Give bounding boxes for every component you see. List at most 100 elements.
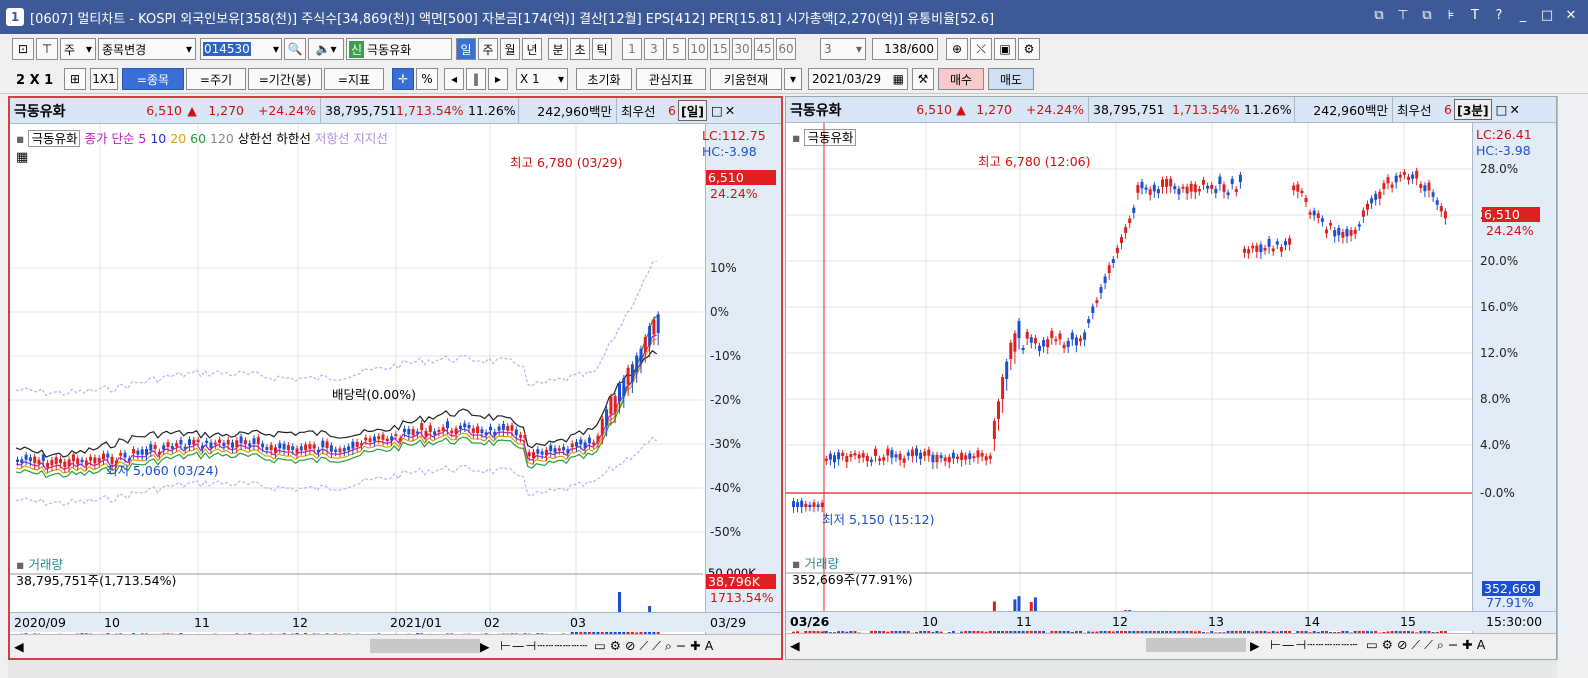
chart-tools-icon[interactable]: ▭ ⚙ ⊘ ⟋ ⟋ ⌕ − ✚ A (594, 638, 713, 654)
right-chart-panel[interactable]: 극동유화 6,510 ▲ 1,270 +24.24% 38,795,751 1,… (785, 96, 1557, 660)
date-end: 03/29 (710, 615, 747, 630)
candle (480, 429, 484, 434)
tab-second[interactable]: 초 (570, 38, 590, 60)
maximize-panel-icon[interactable]: □ (1496, 102, 1508, 117)
tab-year[interactable]: 년 (522, 38, 542, 60)
next-icon[interactable]: ▸ (488, 68, 508, 90)
candle (93, 457, 97, 464)
candle (639, 348, 643, 364)
page-field[interactable]: 138/600 (872, 38, 938, 60)
left-chart-panel[interactable]: 극동유화 6,510 ▲ 1,270 +24.24% 38,795,751 1,… (8, 96, 783, 660)
crosshair-icon[interactable]: ✛ (392, 68, 414, 90)
sync-range-button[interactable]: =기간(봉) (248, 68, 322, 90)
sync-period-button[interactable]: =주기 (186, 68, 246, 90)
count-select[interactable]: 3 ▾ (820, 38, 866, 60)
candle (1435, 200, 1439, 205)
price: 6,510 (916, 102, 952, 117)
buy-button[interactable]: 매수 (938, 68, 984, 90)
grid-icon[interactable]: ⊞ (64, 68, 86, 90)
num-10[interactable]: 10 (688, 38, 708, 60)
tab-day[interactable]: 일 (456, 38, 476, 60)
code-input[interactable]: 014530 ▾ (200, 38, 282, 60)
left-dividend-note: 배당락(0.00%) (332, 387, 416, 402)
tile-icon[interactable]: ⊧ (1442, 7, 1460, 25)
draw-icon[interactable]: ⤬ (970, 38, 992, 60)
num-3[interactable]: 3 (644, 38, 664, 60)
sync-indicator-button[interactable]: =지표 (324, 68, 384, 90)
maximize-icon[interactable]: □ (1538, 7, 1556, 25)
interest-indicator-button[interactable]: 관심지표 (636, 68, 706, 90)
num-60[interactable]: 60 (776, 38, 796, 60)
left-legend: ▪ 극동유화 종가 단순 5 10 20 60 120 상한선 하한선 저항선 … (16, 128, 388, 147)
num-1[interactable]: 1 (622, 38, 642, 60)
pin-icon[interactable]: ⊤ (1394, 7, 1412, 25)
one-by-one-button[interactable]: 1X1 (90, 68, 118, 90)
help-icon[interactable]: ? (1490, 7, 1508, 25)
table-icon[interactable]: ▦ (16, 150, 28, 165)
zoom-slider-icon[interactable]: ⊢—⊣┄┄┄┄┄┄ (1270, 637, 1358, 652)
gear-icon[interactable]: ⚙ (1018, 38, 1040, 60)
legend-ma120: 120 (210, 131, 234, 146)
candle (484, 432, 488, 436)
mode-select[interactable]: 종목변경 ▾ (98, 38, 196, 60)
up-arrow-icon: ▲ (187, 103, 197, 118)
candle (931, 454, 935, 463)
left-scrollbar[interactable]: ◀ ▶ ⊢—⊣┄┄┄┄┄┄ ▭ ⚙ ⊘ ⟋ ⟋ ⌕ − ✚ A (10, 634, 781, 658)
num-30[interactable]: 30 (732, 38, 752, 60)
zoom-slider-icon[interactable]: ⊢—⊣┄┄┄┄┄┄ (500, 638, 588, 653)
minimize-icon[interactable]: _ (1514, 7, 1532, 25)
candle (1013, 333, 1017, 352)
tab-week[interactable]: 주 (478, 38, 498, 60)
kiwoom-button[interactable]: 키움현재 (710, 68, 782, 90)
candle (939, 455, 943, 459)
restore-icon[interactable]: ⧉ (1370, 7, 1388, 25)
maximize-panel-icon[interactable]: □ (711, 103, 723, 118)
window-vertical-scrollbar[interactable] (1557, 96, 1588, 660)
top-icon[interactable]: ⊤ (36, 38, 58, 60)
sync-stock-button[interactable]: =종목 (122, 68, 184, 90)
date-input[interactable]: 2021/03/29 ▦ (808, 68, 908, 90)
close-panel-icon[interactable]: ✕ (725, 103, 735, 118)
close-icon[interactable]: ✕ (1562, 7, 1580, 25)
right-price-pct: 24.24% (1486, 223, 1534, 238)
scroll-right-icon[interactable]: ▶ (480, 639, 490, 654)
num-5[interactable]: 5 (666, 38, 686, 60)
num-15[interactable]: 15 (710, 38, 730, 60)
scale-select[interactable]: X 1 ▾ (516, 68, 568, 90)
search-icon[interactable]: 🔍 (284, 38, 306, 60)
tab-minute[interactable]: 분 (548, 38, 568, 60)
candle (540, 451, 544, 455)
scroll-left-icon[interactable]: ◀ (14, 639, 24, 654)
pause-icon[interactable]: ‖ (466, 68, 486, 90)
save-icon[interactable]: ▣ (994, 38, 1016, 60)
candle (102, 453, 105, 460)
tool-icon[interactable]: ⚒ (912, 68, 934, 90)
tab-month[interactable]: 월 (500, 38, 520, 60)
num-45[interactable]: 45 (754, 38, 774, 60)
stock-name-field[interactable]: 신 극동유화 (346, 38, 452, 60)
right-scrollbar[interactable]: ◀ ▶ ⊢—⊣┄┄┄┄┄┄ ▭ ⚙ ⊘ ⟋ ⟋ ⌕ − ✚ A (786, 633, 1556, 659)
scroll-thumb[interactable] (1146, 638, 1246, 652)
candle (20, 459, 24, 463)
chart-tools-icon[interactable]: ▭ ⚙ ⊘ ⟋ ⟋ ⌕ − ✚ A (1366, 637, 1485, 653)
candle (1357, 224, 1361, 227)
scroll-right-icon[interactable]: ▶ (1250, 638, 1260, 653)
period-select[interactable]: 주 ▾ (60, 38, 96, 60)
cascade-icon[interactable]: ⧉ (1418, 7, 1436, 25)
candle (1214, 188, 1218, 194)
font-icon[interactable]: T (1466, 7, 1484, 25)
close-panel-icon[interactable]: ✕ (1509, 102, 1519, 117)
percent-button[interactable]: % (416, 68, 438, 90)
sell-button[interactable]: 매도 (988, 68, 1034, 90)
scroll-left-icon[interactable]: ◀ (790, 638, 800, 653)
prev-icon[interactable]: ◂ (444, 68, 464, 90)
scroll-thumb[interactable] (370, 639, 480, 653)
amount: 242,960백만 (1294, 97, 1392, 122)
layout-icon[interactable]: ⊡ (12, 38, 34, 60)
reset-button[interactable]: 초기화 (576, 68, 632, 90)
kiwoom-dropdown-icon[interactable]: ▾ (784, 68, 802, 90)
speaker-icon[interactable]: 🔈▾ (308, 38, 344, 60)
tab-tick[interactable]: 틱 (592, 38, 612, 60)
compare-icon[interactable]: ⊕ (946, 38, 968, 60)
candle (317, 449, 320, 453)
